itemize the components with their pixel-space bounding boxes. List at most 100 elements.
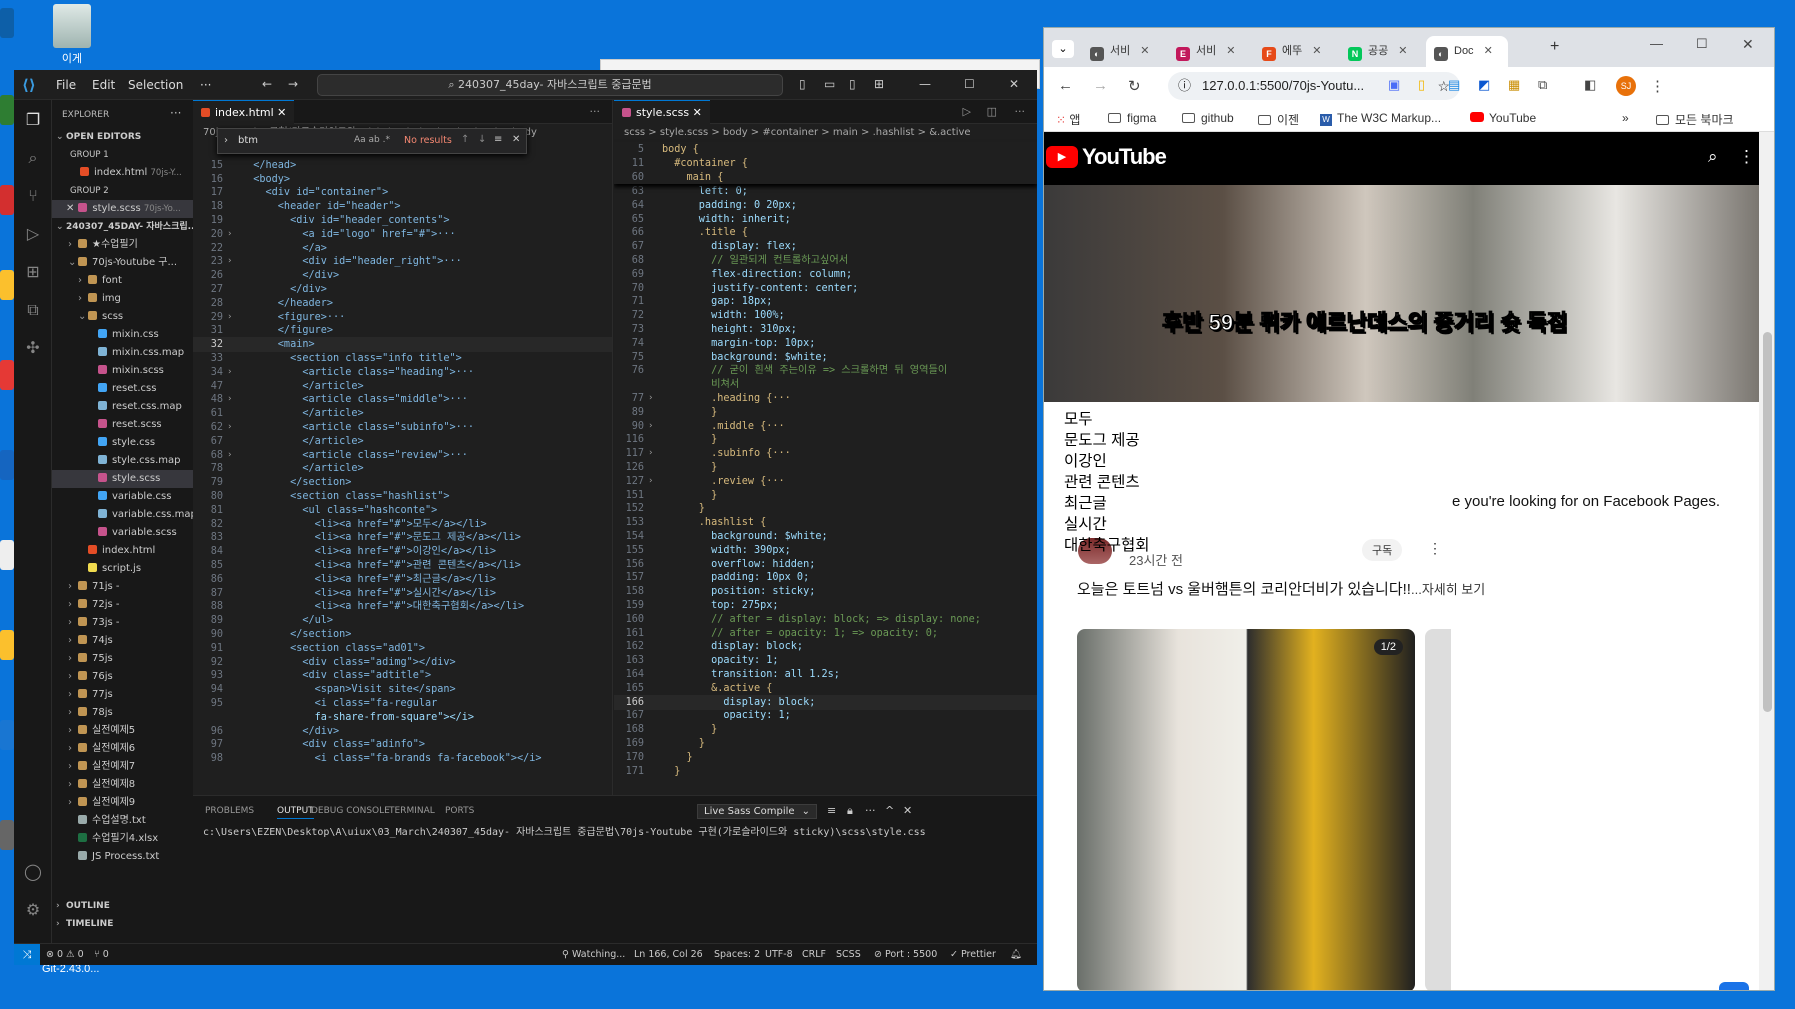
- project-root[interactable]: ⌄ 240307_45DAY- 자바스크립...: [52, 218, 193, 236]
- new-tab-icon[interactable]: +: [1550, 38, 1559, 56]
- open-editor-style[interactable]: ✕ style.scss 70js-Yo...: [52, 200, 193, 218]
- cursor-position[interactable]: Ln 166, Col 26: [634, 949, 703, 960]
- tree-file[interactable]: style.css: [52, 434, 193, 452]
- remote-indicator-icon[interactable]: ⤨: [14, 944, 40, 965]
- tree-file[interactable]: mixin.css.map: [52, 344, 193, 362]
- open-editors-header[interactable]: ⌄ OPEN EDITORS: [52, 128, 193, 146]
- filter-icon[interactable]: ≡: [827, 804, 836, 817]
- chrome-menu-icon[interactable]: ⋮: [1650, 77, 1665, 95]
- tree-folder[interactable]: › 실전예제9: [52, 794, 193, 812]
- panel-more-icon[interactable]: ···: [865, 804, 876, 817]
- sass-watching[interactable]: ⚲ Watching...: [562, 949, 625, 960]
- line-ending[interactable]: CRLF: [802, 949, 826, 960]
- remote-explorer-icon[interactable]: ⧉: [23, 300, 43, 320]
- bookmark-youtube[interactable]: YouTube: [1470, 111, 1536, 125]
- ports-status[interactable]: ⑂ 0: [94, 949, 109, 960]
- tree-file[interactable]: style.scss: [52, 470, 193, 488]
- extension-icon[interactable]: ◩: [1478, 77, 1490, 93]
- maximize-icon[interactable]: ☐: [1696, 36, 1708, 52]
- extensions-puzzle-icon[interactable]: ⧉: [1538, 77, 1547, 93]
- back-arrow-icon[interactable]: ←: [262, 77, 272, 91]
- hashlist-link[interactable]: 관련 콘텐츠: [1064, 472, 1150, 493]
- tree-folder[interactable]: › font: [52, 272, 193, 290]
- tree-file[interactable]: reset.css: [52, 380, 193, 398]
- desktop-icon[interactable]: [0, 95, 14, 125]
- close-panel-icon[interactable]: ✕: [903, 804, 912, 817]
- tab-style-scss[interactable]: style.scss ✕: [614, 100, 710, 124]
- extension-icon[interactable]: ▯: [1418, 77, 1425, 93]
- menu-selection[interactable]: Selection: [128, 78, 183, 92]
- command-center[interactable]: ⌕ 240307_45day- 자바스크립트 중급문법: [317, 74, 783, 96]
- hashlist-link[interactable]: 모두: [1064, 409, 1150, 430]
- next-photo-peek[interactable]: [1425, 629, 1451, 990]
- desktop-icon[interactable]: [0, 450, 14, 480]
- desktop-icon[interactable]: [0, 820, 14, 850]
- youtube-brand[interactable]: YouTube: [1082, 144, 1167, 170]
- hashlist-link[interactable]: 실시간: [1064, 514, 1150, 535]
- desktop-shortcut[interactable]: 이게: [52, 4, 92, 66]
- bookmark-apps[interactable]: ⁙ 앱: [1056, 111, 1080, 128]
- find-options-icon[interactable]: Aa ab .*: [354, 135, 390, 145]
- tree-folder[interactable]: ⌄ 70js-Youtube 구...: [52, 254, 193, 272]
- live-share-icon[interactable]: ✣: [23, 338, 43, 358]
- toggle-panel-icon[interactable]: ▭: [824, 77, 835, 91]
- more-options-icon[interactable]: ⋮: [1738, 147, 1755, 167]
- tree-folder[interactable]: › 실전예제8: [52, 776, 193, 794]
- browser-tab[interactable]: N 공공 ✕: [1340, 36, 1422, 67]
- source-control-icon[interactable]: ⑂: [23, 186, 43, 206]
- editor-more-icon[interactable]: ···: [582, 100, 609, 124]
- close-tab-icon[interactable]: ✕: [1484, 45, 1493, 57]
- indentation[interactable]: Spaces: 2: [714, 949, 760, 960]
- explorer-more-icon[interactable]: ···: [170, 106, 181, 120]
- close-find-icon[interactable]: ✕: [512, 134, 520, 145]
- site-info-icon[interactable]: ⓘ: [1178, 72, 1191, 100]
- desktop-icon[interactable]: [0, 360, 14, 390]
- close-tab-icon[interactable]: ✕: [1140, 45, 1149, 57]
- close-icon[interactable]: ✕: [693, 106, 702, 119]
- tree-file[interactable]: JS Process.txt: [52, 848, 193, 866]
- tree-file[interactable]: reset.css.map: [52, 398, 193, 416]
- open-editor-index[interactable]: index.html 70js-Y...: [52, 164, 193, 182]
- desktop-icon[interactable]: [0, 720, 14, 750]
- tree-file[interactable]: index.html: [52, 542, 193, 560]
- tree-folder[interactable]: ⌄ scss: [52, 308, 193, 326]
- search-icon[interactable]: ⌕: [1708, 147, 1718, 167]
- tree-file[interactable]: variable.css.map: [52, 506, 193, 524]
- close-icon[interactable]: ✕: [277, 106, 286, 119]
- page-scrollbar[interactable]: [1759, 132, 1774, 990]
- tree-folder[interactable]: › 73js -: [52, 614, 193, 632]
- minimize-icon[interactable]: —: [919, 77, 931, 91]
- explorer-icon[interactable]: ❐: [23, 110, 43, 130]
- extension-icon[interactable]: ▤: [1448, 77, 1460, 93]
- tree-folder[interactable]: › 실전예제6: [52, 740, 193, 758]
- problems-status[interactable]: ⊗ 0 ⚠ 0: [46, 949, 84, 960]
- close-tab-icon[interactable]: ✕: [1312, 45, 1321, 57]
- tree-file[interactable]: mixin.css: [52, 326, 193, 344]
- tree-folder[interactable]: › 75js: [52, 650, 193, 668]
- panel-tab-output[interactable]: OUTPUT: [277, 806, 314, 819]
- account-icon[interactable]: ◯: [23, 862, 43, 882]
- notifications-bell-icon[interactable]: 🔔︎: [1010, 949, 1022, 960]
- editor-more-icon[interactable]: ···: [1007, 100, 1034, 124]
- tree-file[interactable]: 수업필기4.xlsx: [52, 830, 193, 848]
- tree-folder[interactable]: › 78js: [52, 704, 193, 722]
- hashlist-link[interactable]: 최근글: [1064, 493, 1150, 514]
- reload-icon[interactable]: ↻: [1128, 77, 1141, 95]
- scrollbar-thumb[interactable]: [1763, 332, 1772, 712]
- previous-match-icon[interactable]: ↑: [461, 134, 469, 145]
- browser-tab[interactable]: ◐ Doc ✕: [1426, 36, 1508, 67]
- panel-tab-terminal[interactable]: TERMINAL: [389, 806, 435, 816]
- bookmark-w3c[interactable]: W The W3C Markup...: [1320, 111, 1441, 126]
- desktop-icon[interactable]: [0, 540, 14, 570]
- menu-edit[interactable]: Edit: [92, 78, 115, 92]
- tree-file[interactable]: variable.scss: [52, 524, 193, 542]
- prettier-status[interactable]: ✓ Prettier: [950, 949, 996, 960]
- desktop-icon[interactable]: [0, 8, 14, 38]
- tree-file[interactable]: mixin.scss: [52, 362, 193, 380]
- expand-replace-icon[interactable]: ›: [224, 135, 228, 146]
- forward-arrow-icon[interactable]: →: [1093, 77, 1108, 94]
- video-player[interactable]: 후반 59분 뤼카 에르난데스의 중거리 슛 득점: [1044, 185, 1759, 402]
- tab-index-html[interactable]: index.html ✕: [193, 100, 295, 124]
- minimize-icon[interactable]: —: [1650, 36, 1663, 51]
- edit-pen-icon[interactable]: ✎: [1719, 982, 1749, 990]
